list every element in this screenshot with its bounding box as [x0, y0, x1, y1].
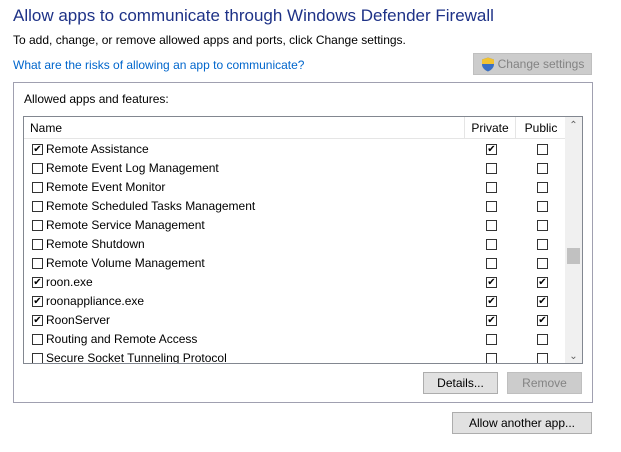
- private-checkbox[interactable]: ✔: [486, 144, 497, 155]
- enabled-checkbox[interactable]: [32, 334, 43, 345]
- enabled-checkbox[interactable]: [32, 353, 43, 363]
- private-checkbox[interactable]: ✔: [486, 315, 497, 326]
- allow-another-app-button[interactable]: Allow another app...: [452, 412, 592, 434]
- allowed-apps-list[interactable]: Name Private Public ✔ Remote Assistance ✔ R…: [23, 116, 583, 364]
- private-checkbox[interactable]: [486, 182, 497, 193]
- enabled-checkbox[interactable]: [32, 201, 43, 212]
- app-name: Remote Service Management: [46, 218, 205, 232]
- app-name: Secure Socket Tunneling Protocol: [46, 351, 227, 364]
- public-checkbox[interactable]: ✔: [537, 315, 548, 326]
- app-name: roon.exe: [46, 275, 93, 289]
- public-checkbox[interactable]: [537, 201, 548, 212]
- app-name: Remote Assistance: [46, 142, 149, 156]
- app-name: RoonServer: [46, 313, 111, 327]
- private-checkbox[interactable]: [486, 239, 497, 250]
- private-checkbox[interactable]: [486, 353, 497, 363]
- public-checkbox[interactable]: ✔: [537, 277, 548, 288]
- private-checkbox[interactable]: ✔: [486, 277, 497, 288]
- table-row[interactable]: Remote Volume Management: [24, 254, 567, 273]
- private-checkbox[interactable]: [486, 258, 497, 269]
- table-row[interactable]: ✔ roon.exe ✔ ✔: [24, 273, 567, 292]
- table-row[interactable]: Secure Socket Tunneling Protocol: [24, 349, 567, 364]
- vertical-scrollbar[interactable]: ⌃ ⌄: [565, 117, 582, 363]
- column-header-private[interactable]: Private: [464, 117, 515, 139]
- details-button[interactable]: Details...: [423, 372, 498, 394]
- private-checkbox[interactable]: [486, 201, 497, 212]
- table-row[interactable]: Remote Scheduled Tasks Management: [24, 197, 567, 216]
- allowed-apps-group: Allowed apps and features: Name Private …: [13, 82, 593, 403]
- public-checkbox[interactable]: [537, 220, 548, 231]
- table-row[interactable]: Remote Event Log Management: [24, 159, 567, 178]
- change-settings-button[interactable]: Change settings: [473, 53, 592, 75]
- private-checkbox[interactable]: ✔: [486, 296, 497, 307]
- enabled-checkbox[interactable]: ✔: [32, 315, 43, 326]
- enabled-checkbox[interactable]: ✔: [32, 277, 43, 288]
- enabled-checkbox[interactable]: [32, 239, 43, 250]
- allowed-apps-label: Allowed apps and features:: [24, 92, 169, 106]
- public-checkbox[interactable]: [537, 258, 548, 269]
- app-name: Remote Scheduled Tasks Management: [46, 199, 256, 213]
- page-title: Allow apps to communicate through Window…: [13, 6, 494, 25]
- app-name: Remote Event Log Management: [46, 161, 219, 175]
- public-checkbox[interactable]: [537, 163, 548, 174]
- private-checkbox[interactable]: [486, 163, 497, 174]
- public-checkbox[interactable]: [537, 144, 548, 155]
- uac-shield-icon: [481, 57, 495, 72]
- table-row[interactable]: ✔ RoonServer ✔ ✔: [24, 311, 567, 330]
- enabled-checkbox[interactable]: ✔: [32, 296, 43, 307]
- private-checkbox[interactable]: [486, 220, 497, 231]
- public-checkbox[interactable]: [537, 239, 548, 250]
- column-header-public[interactable]: Public: [515, 117, 566, 139]
- public-checkbox[interactable]: ✔: [537, 296, 548, 307]
- table-row[interactable]: Remote Service Management: [24, 216, 567, 235]
- table-row[interactable]: Remote Shutdown: [24, 235, 567, 254]
- page-subtitle: To add, change, or remove allowed apps a…: [13, 33, 406, 47]
- remove-button[interactable]: Remove: [507, 372, 582, 394]
- risks-link[interactable]: What are the risks of allowing an app to…: [13, 58, 304, 72]
- table-row[interactable]: Remote Event Monitor: [24, 178, 567, 197]
- app-name: Routing and Remote Access: [46, 332, 198, 346]
- table-row[interactable]: ✔ Remote Assistance ✔: [24, 140, 567, 159]
- column-header-name[interactable]: Name: [30, 117, 62, 139]
- chevron-down-icon[interactable]: ⌄: [565, 348, 582, 363]
- table-row[interactable]: Routing and Remote Access: [24, 330, 567, 349]
- app-name: Remote Shutdown: [46, 237, 145, 251]
- scrollbar-thumb[interactable]: [567, 248, 580, 264]
- enabled-checkbox[interactable]: [32, 220, 43, 231]
- app-name: Remote Volume Management: [46, 256, 205, 270]
- app-name: roonappliance.exe: [46, 294, 145, 308]
- list-header: Name Private Public: [24, 117, 567, 139]
- table-row[interactable]: ✔ roonappliance.exe ✔ ✔: [24, 292, 567, 311]
- private-checkbox[interactable]: [486, 334, 497, 345]
- list-rows: ✔ Remote Assistance ✔ Remote Event Log Mana…: [24, 140, 567, 364]
- public-checkbox[interactable]: [537, 182, 548, 193]
- chevron-up-icon[interactable]: ⌃: [565, 117, 582, 134]
- public-checkbox[interactable]: [537, 353, 548, 363]
- change-settings-label: Change settings: [497, 57, 585, 71]
- enabled-checkbox[interactable]: ✔: [32, 144, 43, 155]
- enabled-checkbox[interactable]: [32, 182, 43, 193]
- enabled-checkbox[interactable]: [32, 258, 43, 269]
- public-checkbox[interactable]: [537, 334, 548, 345]
- enabled-checkbox[interactable]: [32, 163, 43, 174]
- app-name: Remote Event Monitor: [46, 180, 166, 194]
